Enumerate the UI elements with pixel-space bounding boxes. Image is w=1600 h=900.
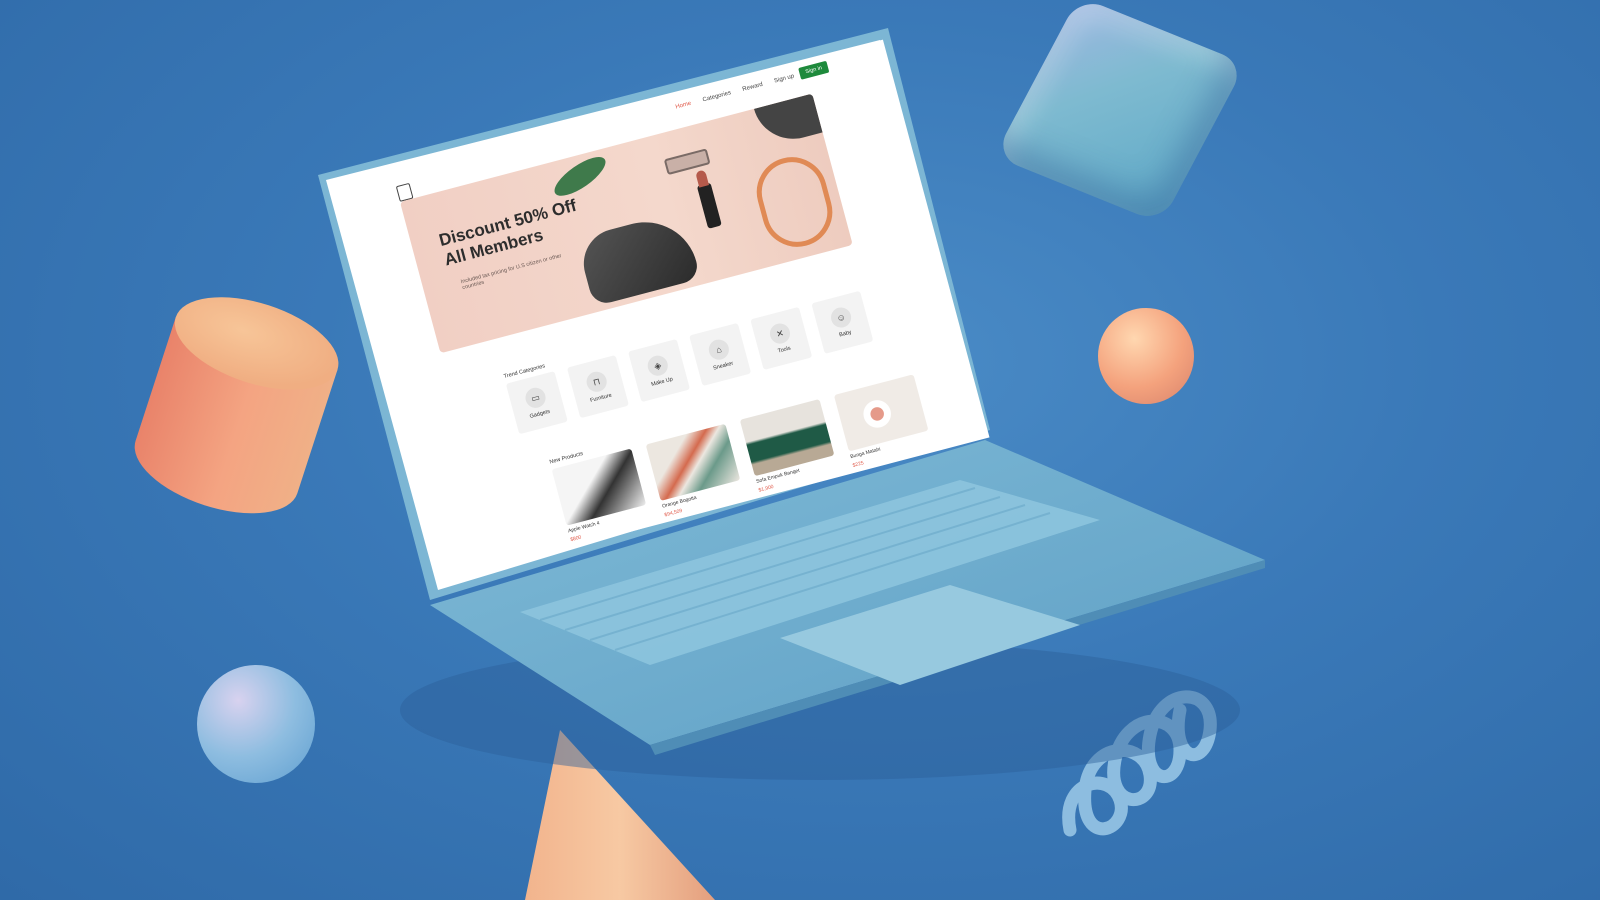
category-baby[interactable]: ☺ Baby [811,290,874,354]
shoe-image [754,93,823,148]
baby-icon: ☺ [828,305,854,330]
product-card[interactable]: Apple Watch 4 $800 [551,448,651,543]
sign-in-button[interactable]: Sign in [798,60,830,80]
banner-title: Discount 50% Off All Members [437,191,603,271]
category-sneaker[interactable]: ⌂ Sneaker [689,322,752,387]
monitor-icon: ▭ [523,385,548,411]
category-furniture[interactable]: ⊓ Furniture [566,355,629,419]
product-card[interactable]: Sofa Empuk Banget $1,900 [739,399,839,494]
category-tools[interactable]: ✕ Tools [750,306,813,371]
category-label: Tools [777,345,792,355]
product-card[interactable]: Bunga Matahi $225 [833,374,933,469]
nav-reward[interactable]: Reward [742,82,764,93]
nav-categories[interactable]: Categories [702,90,732,103]
category-label: Gadgets [529,408,551,420]
category-label: Baby [838,329,853,339]
armchair-icon: ⊓ [584,369,609,395]
category-label: Furniture [589,392,613,404]
tools-icon: ✕ [767,321,793,346]
category-makeup[interactable]: ◈ Make Up [628,338,691,403]
nav-signup[interactable]: Sign up [774,74,795,85]
sneaker-icon: ⌂ [706,337,732,362]
lipstick-image [696,182,722,229]
makeup-icon: ◈ [645,353,671,378]
strap-image [748,149,841,255]
category-label: Make Up [650,376,674,388]
product-card[interactable]: Orange Bogotta $94,509 [645,423,745,518]
category-gadgets[interactable]: ▭ Gadgets [505,371,568,435]
category-label: Sneaker [712,360,735,372]
nav-home[interactable]: Home [675,101,692,111]
